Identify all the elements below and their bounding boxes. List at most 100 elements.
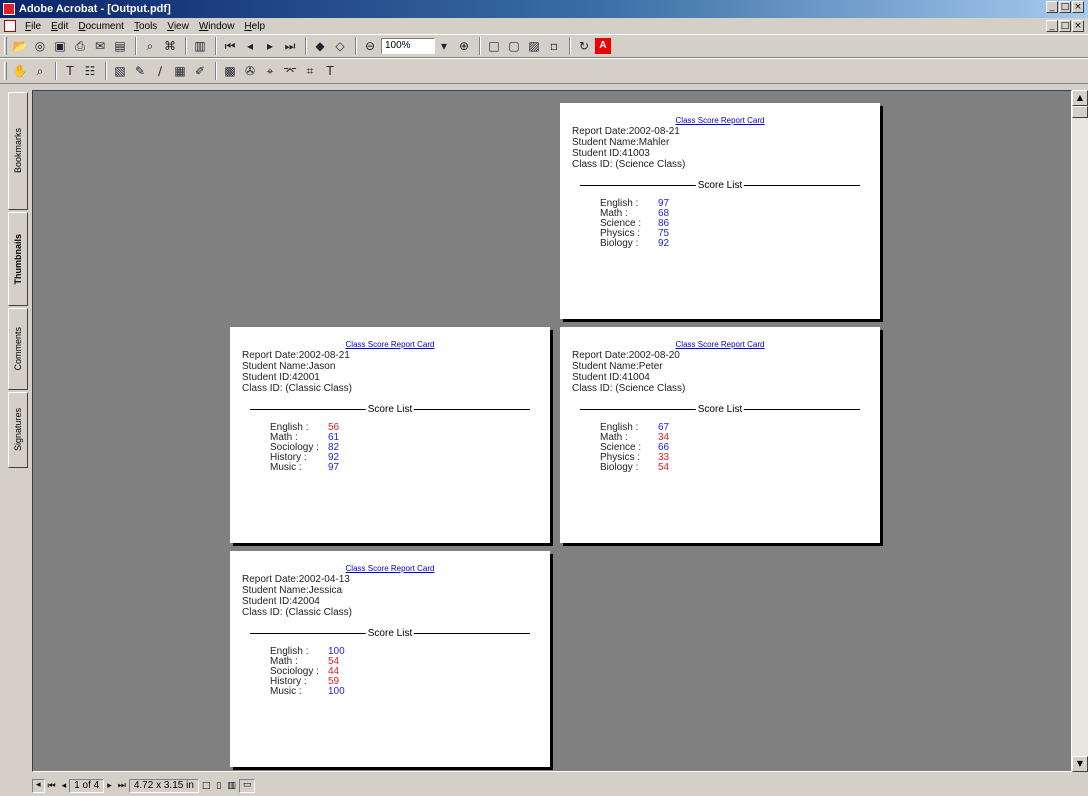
card-title-link[interactable]: Class Score Report Card [242,563,538,574]
crop-tool-icon[interactable]: ▩ [221,62,239,80]
student-name: Student Name:Peter [572,361,663,372]
web-capture-icon[interactable]: ◎ [31,37,49,55]
nav-pane-toggle-icon[interactable]: ◂ [32,779,45,793]
open-icon[interactable]: 📂 [11,37,29,55]
search-icon[interactable]: ⌕ [141,37,159,55]
tab-comments[interactable]: Comments [8,308,28,390]
go-back-icon[interactable]: ◆ [311,37,329,55]
next-page-icon[interactable]: ▸ [104,781,115,791]
subject-label: Biology : [600,238,639,249]
hand-tool-icon[interactable]: ✋ [11,62,29,80]
page-indicator[interactable]: 1 of 4 [69,779,105,793]
vertical-scrollbar[interactable]: ▲ ▼ [1072,90,1088,772]
maximize-button[interactable]: □ [1059,1,1071,13]
score-row: Biology : 54 [600,463,868,473]
continuous-icon[interactable]: ▯ [213,781,224,791]
score-list-divider: Score List [580,404,860,415]
card-title-link[interactable]: Class Score Report Card [572,115,868,126]
student-id: Student ID:41003 [572,148,650,159]
previous-page-icon[interactable]: ◂ [59,781,70,791]
page-size-display: 4.72 x 3.15 in [128,779,199,793]
window-title: Adobe Acrobat - [Output.pdf] [19,3,171,15]
fit-visible-icon[interactable]: ▫ [545,37,563,55]
find-icon[interactable]: ⌘ [161,37,179,55]
score-list-divider: Score List [250,628,530,639]
single-page-icon[interactable]: □ [199,781,214,791]
minimize-button[interactable]: _ [1046,1,1058,13]
menu-bar: File Edit Document Tools View Window Hel… [0,18,1088,34]
go-forward-icon[interactable]: ◇ [331,37,349,55]
toolbar-grip[interactable] [4,62,7,80]
paper-capture-icon[interactable]: ▤ [111,37,129,55]
zoom-in-icon[interactable]: ⊕ [455,37,473,55]
zoom-out-icon[interactable]: ⊖ [361,37,379,55]
score-value: 100 [328,686,345,697]
score-row: English :56 [270,423,538,433]
menu-document[interactable]: Document [73,21,129,32]
last-page-icon[interactable]: ⏭ [281,37,299,55]
touchup-text-icon[interactable]: ⌤ [281,62,299,80]
tab-signatures[interactable]: Signatures [8,392,28,468]
fit-page-icon[interactable]: ▢ [505,37,523,55]
menu-tools[interactable]: Tools [129,21,162,32]
first-page-icon[interactable]: ⏮ [221,37,239,55]
doc-minimize-button[interactable]: _ [1046,20,1058,32]
save-icon[interactable]: ▣ [51,37,69,55]
text-edit-icon[interactable]: T [321,62,339,80]
tab-bookmarks[interactable]: Bookmarks [8,92,28,210]
menu-help[interactable]: Help [239,21,270,32]
scroll-thumb[interactable] [1072,106,1088,118]
split-icon[interactable]: ▭ [238,779,256,793]
score-row: Biology : 92 [600,239,868,249]
rotate-icon[interactable]: ↻ [575,37,593,55]
score-row: Physics :33 [600,453,868,463]
document-icon[interactable] [4,20,16,32]
continuous-facing-icon[interactable]: ▥ [224,781,239,791]
document-view[interactable]: Class Score Report Card Report Date:2002… [32,90,1072,772]
report-card-page: Class Score Report Card Report Date:2002… [560,327,880,543]
movie-tool-icon[interactable]: ✇ [241,62,259,80]
card-title-link[interactable]: Class Score Report Card [242,339,538,350]
scroll-up-icon[interactable]: ▲ [1072,90,1088,106]
touchup-object-icon[interactable]: ⌗ [301,62,319,80]
graphics-select-icon[interactable]: ☷ [81,62,99,80]
report-card-page: Class Score Report Card Report Date:2002… [230,551,550,767]
first-page-icon[interactable]: ⏮ [45,781,59,791]
link-tool-icon[interactable]: ✐ [191,62,209,80]
close-button[interactable]: × [1072,1,1084,13]
email-icon[interactable]: ✉ [91,37,109,55]
note-tool-icon[interactable]: ▧ [111,62,129,80]
scroll-down-icon[interactable]: ▼ [1072,756,1088,772]
zoom-dropdown-icon[interactable]: ▾ [435,37,453,55]
navigation-pane-icon[interactable]: ▥ [191,37,209,55]
zoom-level-input[interactable]: 100% [381,38,435,54]
score-list: English :97 Math :68 Science :86 Physics… [600,199,868,249]
toolbar-grip[interactable] [4,37,7,55]
pencil-tool-icon[interactable]: ✎ [131,62,149,80]
doc-restore-button[interactable]: □ [1059,20,1071,32]
article-tool-icon[interactable]: ⌖ [261,62,279,80]
menu-view[interactable]: View [162,21,194,32]
acrobat-app-icon[interactable] [3,3,15,15]
report-card-page: Class Score Report Card Report Date:2002… [560,103,880,319]
zoom-tool-icon[interactable]: ⌕ [31,62,49,80]
last-page-icon[interactable]: ⏭ [115,781,129,791]
doc-close-button[interactable]: × [1072,20,1084,32]
next-page-icon[interactable]: ▸ [261,37,279,55]
highlight-tool-icon[interactable]: ∕ [151,62,169,80]
tab-thumbnails[interactable]: Thumbnails [8,212,28,306]
text-select-icon[interactable]: T [61,62,79,80]
print-icon[interactable]: ⎙ [71,37,89,55]
card-title-link[interactable]: Class Score Report Card [572,339,868,350]
fit-width-icon[interactable]: ▨ [525,37,543,55]
score-row: English :100 [270,647,538,657]
menu-edit[interactable]: Edit [46,21,73,32]
acrobat-logo-icon[interactable]: A [595,38,611,54]
menu-window[interactable]: Window [194,21,240,32]
score-list: English :100 Math :54 Sociology :44 Hist… [270,647,538,697]
menu-file[interactable]: File [20,21,46,32]
previous-page-icon[interactable]: ◂ [241,37,259,55]
form-tool-icon[interactable]: ▦ [171,62,189,80]
actual-size-icon[interactable]: □ [485,37,503,55]
score-list-divider: Score List [250,404,530,415]
